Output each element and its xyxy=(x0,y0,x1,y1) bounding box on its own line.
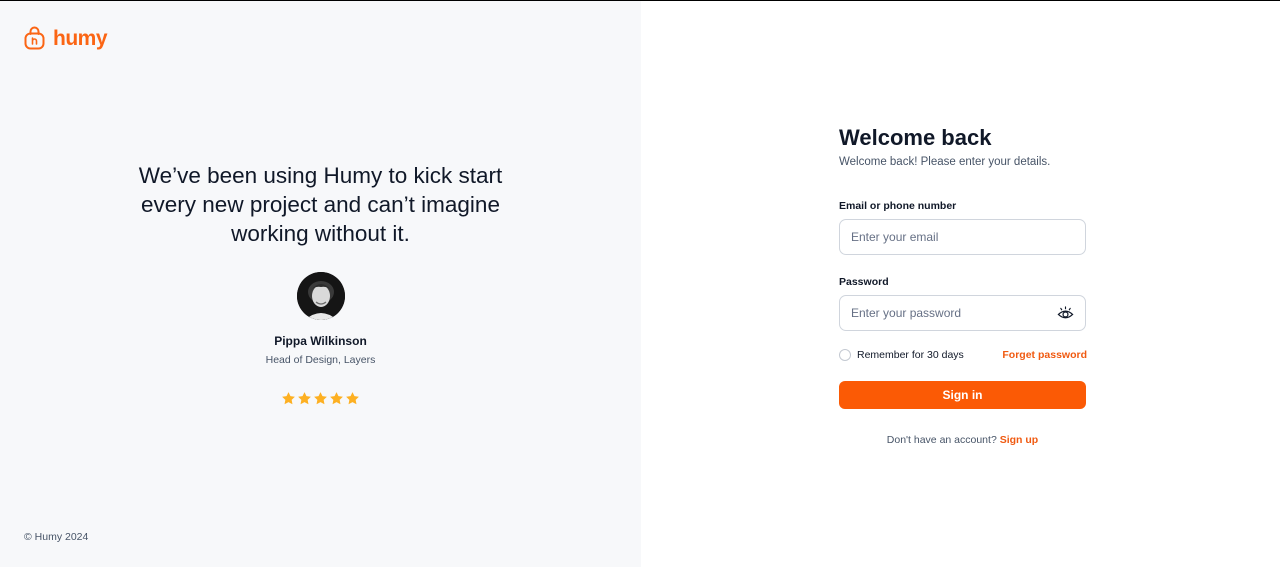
remember-me[interactable]: Remember for 30 days xyxy=(839,349,964,361)
shopping-bag-icon xyxy=(24,26,45,50)
brand-logo[interactable]: humy xyxy=(24,26,108,50)
login-form: Welcome back Welcome back! Please enter … xyxy=(839,124,1087,446)
star-icon xyxy=(330,392,343,405)
forgot-password-link[interactable]: Forget password xyxy=(1002,349,1087,361)
star-icon xyxy=(346,392,359,405)
reviewer-role: Head of Design, Layers xyxy=(265,354,376,366)
remember-checkbox[interactable] xyxy=(839,349,851,361)
password-field[interactable] xyxy=(851,306,1057,320)
sign-up-link[interactable]: Sign up xyxy=(1000,434,1039,446)
sign-in-button[interactable]: Sign in xyxy=(839,381,1086,409)
email-label: Email or phone number xyxy=(839,200,957,212)
star-icon xyxy=(282,392,295,405)
avatar xyxy=(297,272,345,320)
page-subtitle: Welcome back! Please enter your details. xyxy=(839,156,1051,168)
password-field-wrapper xyxy=(839,295,1086,331)
eye-icon[interactable] xyxy=(1057,305,1074,322)
testimonial-panel: humy We’ve been using Humy to kick start… xyxy=(0,1,641,567)
email-field[interactable] xyxy=(851,230,1074,244)
brand-name: humy xyxy=(53,26,108,50)
signup-prompt-text: Don't have an account? xyxy=(886,434,997,446)
page-title: Welcome back xyxy=(839,125,992,150)
copyright-text: © Humy 2024 xyxy=(24,531,89,543)
star-icon xyxy=(314,392,327,405)
remember-label: Remember for 30 days xyxy=(857,349,964,361)
star-icon xyxy=(298,392,311,405)
rating-stars xyxy=(0,391,641,406)
reviewer-name: Pippa Wilkinson xyxy=(274,334,367,348)
email-field-wrapper xyxy=(839,219,1086,255)
signup-prompt: Don't have an account? Sign up xyxy=(839,434,1086,446)
testimonial-quote: We’ve been using Humy to kick start ever… xyxy=(138,163,503,246)
password-label: Password xyxy=(839,276,889,288)
